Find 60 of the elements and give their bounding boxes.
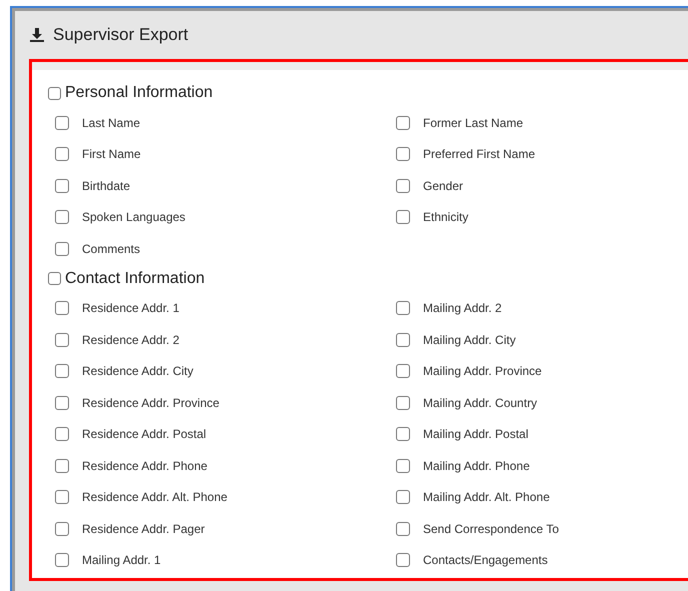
option-label: Residence Addr. Province xyxy=(82,396,220,410)
checkbox[interactable] xyxy=(396,364,410,378)
option-label: Former Last Name xyxy=(423,116,524,130)
option-label: Gender xyxy=(423,178,464,193)
option-label: Preferred First Name xyxy=(423,147,536,162)
option-label: First Name xyxy=(82,147,141,162)
checkbox[interactable] xyxy=(55,490,69,504)
option-label: Last Name xyxy=(82,116,140,130)
checkbox[interactable] xyxy=(55,116,69,130)
checkbox[interactable] xyxy=(55,301,69,316)
section-label: Contact Information xyxy=(65,270,205,288)
checkbox[interactable] xyxy=(396,178,410,193)
checkbox[interactable] xyxy=(396,553,410,568)
checkbox[interactable] xyxy=(55,332,69,347)
section-label: Personal Information xyxy=(65,84,213,102)
option-label: Mailing Addr. 2 xyxy=(423,301,502,316)
checkbox[interactable] xyxy=(396,301,410,316)
checkbox[interactable] xyxy=(396,116,410,130)
checkbox[interactable] xyxy=(55,242,69,256)
download-icon xyxy=(29,27,45,43)
checkbox[interactable] xyxy=(55,210,69,224)
checkbox[interactable] xyxy=(396,490,410,504)
checkbox[interactable] xyxy=(55,178,69,193)
option-label: Residence Addr. Pager xyxy=(82,522,205,536)
option-label: Mailing Addr. Province xyxy=(423,364,542,378)
option-label: Residence Addr. Postal xyxy=(82,427,206,442)
checkbox[interactable] xyxy=(396,147,410,162)
option-label: Birthdate xyxy=(82,178,130,193)
window-title: Supervisor Export xyxy=(53,25,188,45)
option-label: Mailing Addr. Country xyxy=(423,396,538,410)
checkbox[interactable] xyxy=(396,458,410,473)
checkbox[interactable] xyxy=(55,458,69,473)
checkbox[interactable] xyxy=(55,553,69,568)
option-label: Residence Addr. 2 xyxy=(82,332,180,347)
option-label: Mailing Addr. Phone xyxy=(423,458,530,473)
checkbox[interactable] xyxy=(55,396,69,410)
checkbox[interactable] xyxy=(48,86,61,100)
option-label: Mailing Addr. City xyxy=(423,332,516,347)
checkbox[interactable] xyxy=(396,210,410,224)
option-label: Residence Addr. City xyxy=(82,364,194,378)
option-label: Comments xyxy=(82,242,140,256)
checkbox[interactable] xyxy=(55,427,69,442)
checkbox[interactable] xyxy=(48,272,61,285)
checkbox[interactable] xyxy=(396,522,410,536)
checkbox[interactable] xyxy=(55,147,69,162)
option-label: Spoken Languages xyxy=(82,210,186,224)
option-label: Residence Addr. Alt. Phone xyxy=(82,490,228,504)
checkbox[interactable] xyxy=(55,364,69,378)
checkbox[interactable] xyxy=(396,396,410,410)
option-label: Send Correspondence To xyxy=(423,522,559,536)
option-label: Ethnicity xyxy=(423,210,468,224)
checkbox[interactable] xyxy=(396,332,410,347)
option-label: Residence Addr. Phone xyxy=(82,458,208,473)
option-label: Mailing Addr. 1 xyxy=(82,553,161,568)
option-label: Mailing Addr. Alt. Phone xyxy=(423,490,550,504)
checkbox[interactable] xyxy=(55,522,69,536)
option-label: Residence Addr. 1 xyxy=(82,301,180,316)
option-label: Mailing Addr. Postal xyxy=(423,427,528,442)
option-label: Contacts/Engagements xyxy=(423,553,548,568)
checkbox[interactable] xyxy=(396,427,410,442)
